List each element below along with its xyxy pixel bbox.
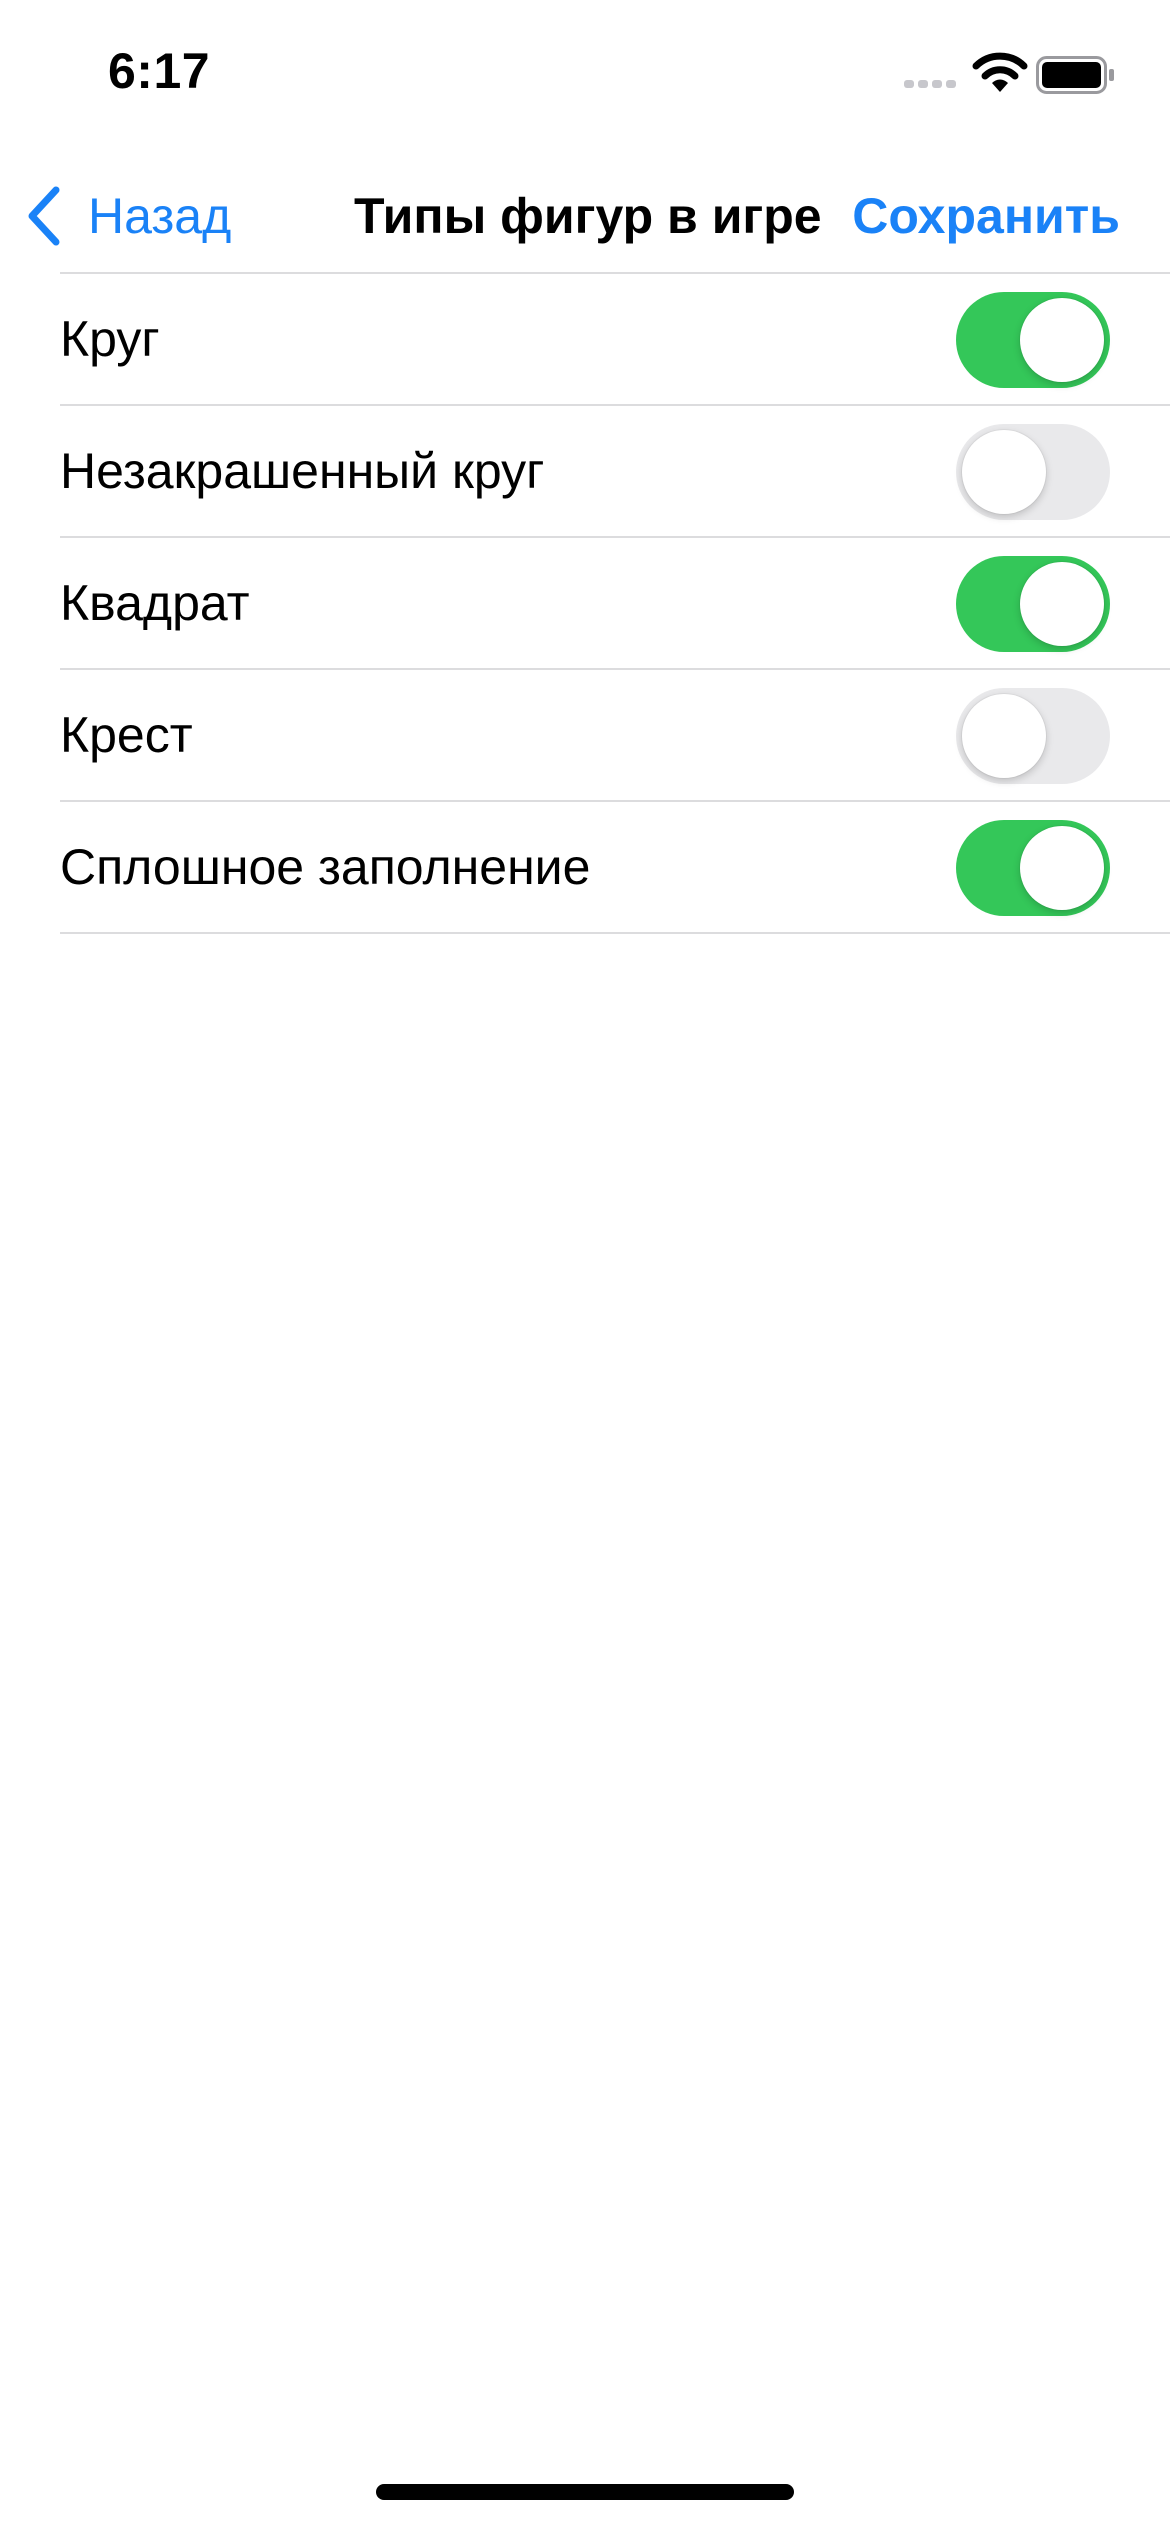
home-indicator[interactable] <box>376 2484 794 2500</box>
toggle-knob <box>1020 298 1104 382</box>
list-item-label: Крест <box>60 707 193 763</box>
wifi-icon <box>972 52 1028 92</box>
toggle-knob <box>1020 826 1104 910</box>
list-item-solid-fill: Сплошное заполнение <box>60 800 1170 934</box>
list-item-label: Незакрашенный круг <box>60 443 545 499</box>
toggle-switch[interactable] <box>956 820 1110 916</box>
shape-types-list: Круг Незакрашенный круг Квадрат Крест Сп… <box>0 272 1170 934</box>
list-item-square: Квадрат <box>60 536 1170 668</box>
list-item-label: Квадрат <box>60 575 250 631</box>
signal-icon <box>904 80 956 88</box>
save-button[interactable]: Сохранить <box>852 178 1120 254</box>
list-item-cross: Крест <box>60 668 1170 800</box>
page-title: Типы фигур в игре <box>354 188 822 244</box>
back-button-label: Назад <box>88 188 232 244</box>
battery-icon <box>1036 56 1114 94</box>
toggle-knob <box>962 430 1046 514</box>
toggle-knob <box>1020 562 1104 646</box>
back-button[interactable]: Назад <box>24 178 231 254</box>
list-item-label: Сплошное заполнение <box>60 839 591 895</box>
toggle-knob <box>962 694 1046 778</box>
list-item-circle: Круг <box>60 272 1170 404</box>
navigation-bar: Назад Типы фигур в игре Сохранить <box>0 160 1170 272</box>
list-item-hollow-circle: Незакрашенный круг <box>60 404 1170 536</box>
list-item-label: Круг <box>60 311 160 367</box>
status-time: 6:17 <box>108 43 211 99</box>
status-bar: 6:17 <box>0 0 1170 150</box>
chevron-left-icon <box>28 186 60 246</box>
toggle-switch[interactable] <box>956 556 1110 652</box>
toggle-switch[interactable] <box>956 688 1110 784</box>
toggle-switch[interactable] <box>956 424 1110 520</box>
toggle-switch[interactable] <box>956 292 1110 388</box>
